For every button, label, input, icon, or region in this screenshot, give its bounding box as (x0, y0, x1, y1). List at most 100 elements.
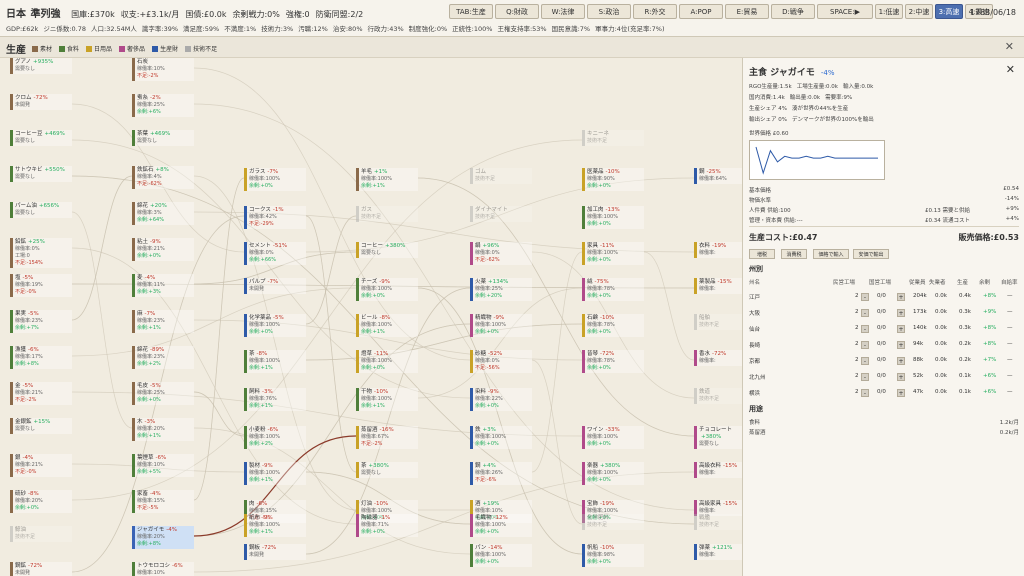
goods-node[interactable]: パルプ -7% 未開発 (244, 278, 306, 294)
goods-node[interactable]: 絹 +96% 稼働率:0% 不足:-62% (470, 242, 532, 265)
plus-button[interactable]: + (897, 357, 905, 365)
goods-node[interactable]: 化学肥料 技術不足 (582, 514, 644, 530)
policy-button[interactable]: 価格で輸入 (813, 249, 849, 259)
goods-node[interactable]: 茶葉 +469% 需要なし (132, 130, 194, 146)
state-row[interactable]: 江戸 2- 0/0 +204k 0.0k 0.4k +8% — (749, 290, 1021, 303)
goods-node[interactable]: ガス 技術不足 (356, 206, 418, 222)
goods-node[interactable]: 羊毛 +1% 稼働率:100% 余剰:+1% (356, 168, 418, 191)
goods-node[interactable]: 砂糖 -52% 稼働率:0% 不足:-56% (470, 350, 532, 373)
minus-button[interactable]: - (861, 293, 869, 301)
minus-button[interactable]: - (861, 309, 869, 317)
goods-node[interactable]: 漁獲 -6% 稼働率:17% 余剰:+8% (10, 346, 72, 369)
goods-node[interactable]: 鋼 +4% 稼働率:26% 不足:-6% (470, 462, 532, 485)
goods-node[interactable]: 鋼鉱 -72% 未開発 (10, 562, 72, 576)
goods-node[interactable]: 鯨油 技術不足 (10, 526, 72, 542)
goods-node[interactable]: 高級衣料 -15% 稼働率: (694, 462, 742, 478)
state-row[interactable]: 長崎 2- 0/0 +94k 0.0k 0.2k +8% — (749, 338, 1021, 351)
goods-node[interactable]: 麻 -7% 稼働率:23% 余剰:+1% (132, 310, 194, 333)
state-row[interactable]: 京都 2- 0/0 +88k 0.0k 0.2k +7% — (749, 354, 1021, 367)
goods-node[interactable]: グアノ +935% 需要なし (10, 58, 72, 74)
goods-node[interactable]: 紙布 -9% 稼働率:100% 余剰:+1% (244, 514, 306, 537)
goods-node[interactable]: 鉄道 技術不足 (694, 388, 742, 404)
minus-button[interactable]: - (861, 373, 869, 381)
minus-button[interactable]: - (861, 341, 869, 349)
goods-node[interactable]: 家畜 -4% 稼働率:15% 不足:-5% (132, 490, 194, 513)
goods-node[interactable]: 小麦粉 -6% 稼働率:100% 余剰:+2% (244, 426, 306, 449)
plus-button[interactable]: + (897, 373, 905, 381)
goods-node[interactable]: ビール -8% 稼働率:100% 余剰:+1% (356, 314, 418, 337)
goods-node[interactable]: ジャガイモ -4% 稼働率:20% 余剰:+8% (132, 526, 194, 549)
goods-node[interactable]: 弾薬 +121% 稼働率: (694, 544, 742, 560)
plus-button[interactable]: + (897, 309, 905, 317)
goods-node[interactable]: 化学薬品 -5% 稼働率:100% 余剰:+0% (244, 314, 306, 337)
goods-node[interactable]: コークス -1% 稼働率:42% 不足:-29% (244, 206, 306, 229)
toolbar-button[interactable]: 2:中速 (905, 4, 933, 19)
panel-close-icon[interactable]: ✕ (1006, 63, 1015, 76)
goods-node[interactable]: 鉄鉱石 +8% 稼働率:4% 不足:-62% (132, 166, 194, 189)
policy-button[interactable]: 安価で輸出 (853, 249, 889, 259)
goods-node[interactable]: 精織物 -9% 稼働率:100% 余剰:+0% (470, 314, 532, 337)
goods-node[interactable]: 粘土 -9% 稼働率:21% 余剰:+0% (132, 238, 194, 261)
toolbar-button[interactable]: Q:財政 (495, 4, 539, 19)
toolbar-button[interactable]: 3:高速 (935, 4, 963, 19)
plus-button[interactable]: + (897, 341, 905, 349)
goods-node[interactable]: ガラス -7% 稼働率:100% 余剰:+0% (244, 168, 306, 191)
goods-node[interactable]: 薬製品 -15% 稼働率: (694, 278, 742, 294)
goods-node[interactable]: 綿花 -89% 稼働率:23% 余剰:+2% (132, 346, 194, 369)
goods-node[interactable]: セメント -51% 稼働率:0% 余剰:+66% (244, 242, 306, 265)
goods-node[interactable]: 茶 -8% 稼働率:100% 余剰:+1% (244, 350, 306, 373)
goods-node[interactable]: 石炭 稼働率:10% 不足:-2% (132, 58, 194, 81)
toolbar-button[interactable]: SPACE:▶ (817, 4, 873, 19)
goods-node[interactable]: 家具 -11% 稼働率:100% 余剰:+0% (582, 242, 644, 265)
goods-node[interactable]: 硫砂 -8% 稼働率:20% 余剰:+0% (10, 490, 72, 513)
goods-node[interactable]: コーヒー豆 +469% 需要なし (10, 130, 72, 146)
goods-node[interactable]: 蒸留酒 -16% 稼働率:67% 不足:-2% (356, 426, 418, 449)
goods-node[interactable]: 楽器 +380% 稼働率:100% 余剰:+0% (582, 462, 644, 485)
goods-node[interactable]: 金銀鉱 +15% 需要なし (10, 418, 72, 434)
goods-node[interactable]: 塩 -5% 稼働率:19% 不足:-0% (10, 274, 72, 297)
production-graph[interactable]: グアノ +935% 需要なし クロム -72% 未開発 コーヒー豆 +469% 需要なし サトウキ… (0, 58, 742, 576)
goods-node[interactable]: 鉛鉱 +25% 稼働率:0% 工場:0 不足:-154% (10, 238, 72, 268)
goods-node[interactable]: 衣料 -19% 稼働率: (694, 242, 742, 258)
goods-node[interactable]: クロム -72% 未開発 (10, 94, 72, 110)
goods-node[interactable]: 戦艦 技術不足 (694, 514, 742, 530)
toolbar-button[interactable]: A:POP (679, 4, 723, 19)
plus-button[interactable]: + (897, 325, 905, 333)
goods-node[interactable]: 鋼 -25% 稼働率:64% (694, 168, 742, 184)
goods-node[interactable]: 火薬 +134% 稼働率:25% 余剰:+20% (470, 278, 532, 301)
goods-node[interactable]: ワイン -33% 稼働率:100% 余剰:+0% (582, 426, 644, 449)
goods-node[interactable]: パーム油 +656% 需要なし (10, 202, 72, 218)
toolbar-button[interactable]: D:戦争 (771, 4, 815, 19)
goods-node[interactable]: ダイナマイト 技術不足 (470, 206, 532, 222)
toolbar-button[interactable]: S:政治 (587, 4, 631, 19)
goods-node[interactable]: 鋼板 -72% 未開発 (244, 544, 306, 560)
minus-button[interactable]: - (861, 357, 869, 365)
state-row[interactable]: 北九州 2- 0/0 +52k 0.0k 0.1k +6% — (749, 370, 1021, 383)
close-icon[interactable]: ✕ (1005, 40, 1014, 53)
goods-node[interactable]: キニーネ 技術不足 (582, 130, 644, 146)
goods-node[interactable]: 茶 +380% 需要なし (356, 462, 418, 478)
state-row[interactable]: 大阪 2- 0/0 +173k 0.0k 0.3k +9% — (749, 306, 1021, 319)
goods-node[interactable]: 皆琴 -72% 稼働率:78% 余剰:+0% (582, 350, 644, 373)
goods-node[interactable]: 香水 -72% 稼働率: (694, 350, 742, 366)
goods-node[interactable]: 石鹸 -10% 稼働率:78% 余剰:+0% (582, 314, 644, 337)
goods-node[interactable]: 毛織物 -12% 稼働率:100% 余剰:+0% (470, 514, 532, 537)
plus-button[interactable]: + (897, 293, 905, 301)
goods-node[interactable]: 鉄 +3% 稼働率:100% 余剰:+0% (470, 426, 532, 449)
goods-node[interactable]: 毛皮 -5% 稼働率:25% 余剰:+0% (132, 382, 194, 405)
toolbar-button[interactable]: TAB:生産 (449, 4, 493, 19)
goods-node[interactable]: 綿花 +20% 稼働率:3% 余剰:+64% (132, 202, 194, 225)
goods-node[interactable]: 船舶 技術不足 (694, 314, 742, 330)
goods-node[interactable]: 木 -3% 稼働率:20% 余剰:+1% (132, 418, 194, 441)
goods-node[interactable]: 干物 -10% 稼働率:100% 余剰:+1% (356, 388, 418, 411)
goods-node[interactable]: トウモロコシ-6%稼働率:10%余剰:+4% (132, 562, 194, 576)
minus-button[interactable]: - (861, 325, 869, 333)
goods-node[interactable]: チョコレート+380% 需要なし (694, 426, 742, 449)
goods-node[interactable]: 製材 -9% 稼働率:100% 余剰:+1% (244, 462, 306, 485)
minus-button[interactable]: - (861, 389, 869, 397)
goods-node[interactable]: 絨 -75% 稼働率:78% 余剰:+0% (582, 278, 644, 301)
toolbar-button[interactable]: 1:低速 (875, 4, 903, 19)
policy-button[interactable]: 増税 (749, 249, 775, 259)
goods-node[interactable]: 蚕糸 -2% 稼働率:25% 余剰:+6% (132, 94, 194, 117)
goods-node[interactable]: 銀 -4% 稼働率:21% 不足:-0% (10, 454, 72, 477)
